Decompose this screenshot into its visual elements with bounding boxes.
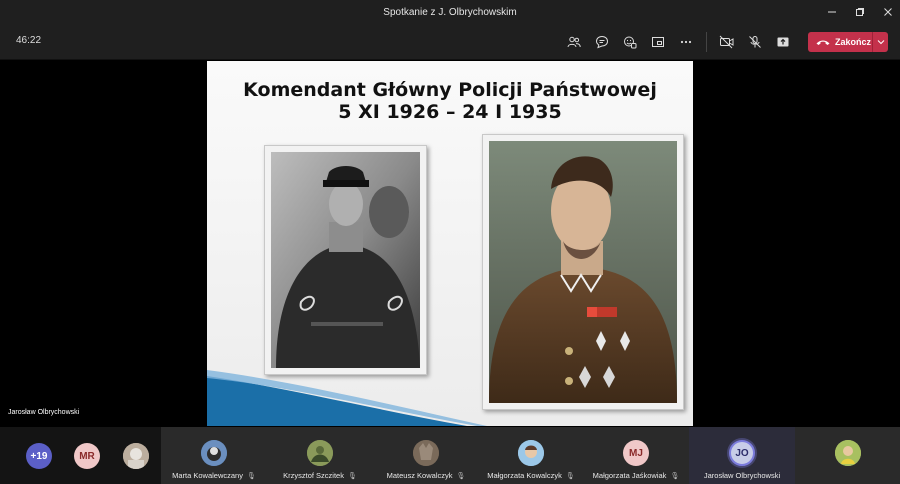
participant-name-row: Krzysztof Szczitek 🎙 (267, 471, 373, 480)
avatar (413, 440, 439, 466)
avatar-image (123, 443, 149, 469)
avatar (518, 440, 544, 466)
window-title: Spotkanie z J. Olbrychowskim (383, 6, 517, 18)
participant-name-row: Małgorzata Kowalczyk 🎙 (479, 471, 583, 480)
mic-off-icon: 🎙 (347, 473, 357, 480)
avatar (307, 440, 333, 466)
portrait-photo-bw (264, 145, 427, 375)
speaker-name-label: Jarosław Olbrychowski (8, 409, 80, 416)
participant-name-row: Małgorzata Jaśkowiak 🎙 (583, 471, 689, 480)
participant-name: Małgorzata Jaśkowiak (592, 471, 667, 480)
meeting-controls (560, 30, 797, 54)
slide-title-line-1: Komendant Główny Policji Państwowej (243, 79, 657, 101)
hang-up-icon (816, 40, 830, 45)
meeting-toolbar: 46:22 Zakończ (0, 24, 900, 60)
mic-off-icon: 🎙 (246, 473, 256, 480)
maximize-icon[interactable] (848, 0, 872, 24)
participant-name: Marta Kowalewczany (172, 471, 243, 480)
participant-tile[interactable]: Marta Kowalewczany 🎙 (161, 427, 267, 484)
participant-tile[interactable]: MJ Małgorzata Jaśkowiak 🎙 (583, 427, 689, 484)
slide-decoration-wave (207, 370, 487, 426)
mic-off-icon: 🎙 (670, 473, 680, 480)
slide-title: Komendant Główny Policji Państwowej 5 XI… (207, 79, 693, 123)
leave-button-label: Zakończ (835, 37, 872, 47)
mic-off-icon: 🎙 (456, 473, 466, 480)
overflow-participants-count[interactable]: +19 (26, 443, 52, 469)
participant-tile[interactable]: Krzysztof Szczitek 🎙 (267, 427, 373, 484)
chevron-down-icon[interactable] (872, 32, 888, 52)
shared-content-stage: Komendant Główny Policji Państwowej 5 XI… (0, 60, 900, 427)
window-controls (816, 0, 900, 24)
portrait-color-image (489, 141, 677, 403)
participant-name: Mateusz Kowalczyk (386, 471, 453, 480)
people-icon[interactable] (560, 30, 588, 54)
camera-off-icon[interactable] (713, 30, 741, 54)
participant-name: Małgorzata Kowalczyk (487, 471, 562, 480)
participant-tile-active-speaker[interactable]: JO Jarosław Olbrychowski (689, 427, 795, 484)
participant-name-row: Marta Kowalewczany 🎙 (161, 471, 267, 480)
reactions-icon[interactable] (616, 30, 644, 54)
participant-avatar-initials[interactable]: MR (74, 443, 100, 469)
title-bar: Spotkanie z J. Olbrychowskim (0, 0, 900, 24)
participant-name-row: Jarosław Olbrychowski (689, 471, 795, 480)
share-icon[interactable] (769, 30, 797, 54)
participant-name: Krzysztof Szczitek (283, 471, 344, 480)
avatar (201, 440, 227, 466)
slide-title-line-2: 5 XI 1926 – 24 I 1935 (338, 101, 562, 123)
rooms-icon[interactable] (644, 30, 672, 54)
more-icon[interactable] (672, 30, 700, 54)
chat-icon[interactable] (588, 30, 616, 54)
close-icon[interactable] (876, 0, 900, 24)
participant-tile[interactable]: Małgorzata Kowalczyk 🎙 (479, 427, 583, 484)
toolbar-divider (706, 32, 707, 52)
avatar-initials: MJ (623, 440, 649, 466)
avatar (834, 440, 861, 466)
participants-strip: +19 MR Marta Kowalewczany 🎙 Krzysztof Szc… (0, 427, 900, 484)
participant-name: Jarosław Olbrychowski (703, 471, 781, 480)
participant-avatar-photo[interactable] (123, 443, 149, 469)
participant-tile[interactable]: Mateusz Kowalczyk 🎙 (373, 427, 479, 484)
leave-button[interactable]: Zakończ (808, 32, 888, 52)
mic-off-icon[interactable] (741, 30, 769, 54)
mic-off-icon: 🎙 (565, 473, 575, 480)
participant-tile[interactable] (795, 427, 900, 484)
meeting-timer: 46:22 (16, 35, 42, 46)
presentation-slide: Komendant Główny Policji Państwowej 5 XI… (207, 61, 693, 426)
participant-name-row: Mateusz Kowalczyk 🎙 (373, 471, 479, 480)
portrait-bw-image (271, 152, 420, 368)
avatar-initials: JO (729, 440, 755, 466)
minimize-icon[interactable] (820, 0, 844, 24)
